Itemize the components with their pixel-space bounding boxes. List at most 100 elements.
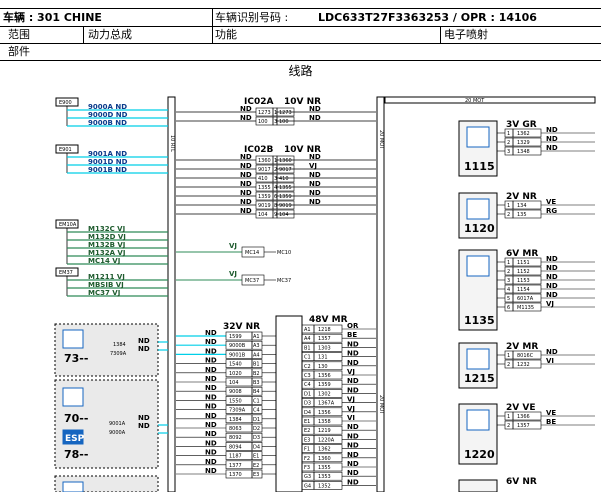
wire-color: ND <box>240 171 252 179</box>
component-number: 1215 <box>464 372 495 385</box>
wire-color: VI <box>546 357 554 365</box>
wire-color: VE <box>546 409 556 417</box>
conn48-code: 1303 <box>318 345 331 351</box>
component-code: 1151 <box>517 260 530 266</box>
wire-color: ND <box>309 105 321 113</box>
wire-color: ND <box>347 442 359 450</box>
panel-number: 70-- <box>64 412 88 425</box>
wire-color: ND <box>205 403 217 411</box>
wire-color: ND <box>546 264 558 272</box>
header-rule <box>0 43 601 44</box>
wire-color: ND <box>240 105 252 113</box>
wire-color: ND <box>546 273 558 281</box>
component-icon <box>466 198 490 220</box>
component-pin: 1 <box>507 260 510 266</box>
splice-code: 1355 <box>258 185 271 191</box>
splice-pin: 8 <box>274 203 277 209</box>
conn32-pin: A3 <box>253 343 260 349</box>
wire-color: ND <box>347 451 359 459</box>
wire-color: ND <box>347 350 359 358</box>
panel-number: 78-- <box>64 448 88 461</box>
wire-label: 9000A ND <box>88 103 127 111</box>
mc-tag: MC37 <box>277 278 291 284</box>
conn32-pin: B2 <box>253 371 260 377</box>
conn48-pin: C2 <box>304 364 311 370</box>
component-pin: 2 <box>507 423 510 429</box>
splice-code: 1360 <box>279 158 292 164</box>
wire-color: ND <box>546 126 558 134</box>
wire-color: ND <box>546 348 558 356</box>
conn32-code: 9008 <box>229 389 242 395</box>
conn48-code: 1218 <box>318 327 331 333</box>
conn32-code: 1540 <box>229 362 242 368</box>
bus-label: 10 RTL <box>169 135 175 152</box>
mc-label: MC37 <box>245 278 259 284</box>
conn32-code: 9001B <box>229 352 246 358</box>
splice-code: 410 <box>279 176 289 182</box>
wire-label: MC14 VJ <box>88 257 120 265</box>
header-divider <box>83 26 84 43</box>
component-pin: 5 <box>507 296 510 302</box>
component-code: 1362 <box>517 131 530 137</box>
splice-pin: 3 <box>274 119 277 125</box>
wire-label: M132D VJ <box>88 233 126 241</box>
component-code: 135 <box>517 212 527 218</box>
splice-code: 1360 <box>258 158 271 164</box>
wire-color: ND <box>347 359 359 367</box>
wire-color: ND <box>205 467 217 475</box>
header-divider <box>440 26 441 43</box>
conn48-code: 1362 <box>318 447 331 453</box>
conn48-pin: A1 <box>304 327 311 333</box>
wire-color: ND <box>240 180 252 188</box>
conn32-pin: B1 <box>253 362 260 368</box>
wire-color: ND <box>309 114 321 122</box>
conn48-code: 1219 <box>318 428 331 434</box>
component-pin: 1 <box>507 353 510 359</box>
wire-color: VJ <box>229 242 237 250</box>
wire-label: M132B VJ <box>88 241 125 249</box>
splice-code: 9017 <box>258 167 271 173</box>
wire-color: ND <box>205 393 217 401</box>
bus-bar-left <box>167 96 176 492</box>
splice-code: 9019 <box>279 203 292 209</box>
conn32-pin: A4 <box>253 352 260 358</box>
wire-color: VJ <box>347 368 355 376</box>
wire-color: ND <box>347 432 359 440</box>
wire-label: M132C VJ <box>88 225 125 233</box>
component-spec: 2V MR <box>506 342 538 352</box>
wire-color: ND <box>347 386 359 394</box>
conn48-pin: F3 <box>304 465 310 471</box>
conn32-code: 1599 <box>229 334 242 340</box>
splice-code: 104 <box>279 212 289 218</box>
wire-color: ND <box>309 153 321 161</box>
conn32-code: 104 <box>229 380 239 386</box>
component-code: 134 <box>517 203 527 209</box>
component-code: 6017A <box>517 296 534 302</box>
conn48-code: 1357 <box>318 336 331 342</box>
conn32-code: 1377 <box>229 463 242 469</box>
conn48-code: 1356 <box>318 410 331 416</box>
connector-label: EM37 <box>59 270 73 276</box>
conn32-code: 9000B <box>229 343 246 349</box>
component-code: 1153 <box>517 278 530 284</box>
wire-color: ND <box>240 207 252 215</box>
wire-color: ND <box>546 282 558 290</box>
conn32-code: 1384 <box>229 417 242 423</box>
conn32-pin: E2 <box>253 463 259 469</box>
conn48-pin: G4 <box>304 483 311 489</box>
panel-number: 73-- <box>64 352 88 365</box>
wire-color: BE <box>546 418 556 426</box>
component-icon <box>466 255 490 277</box>
conn32-code: 1187 <box>229 454 242 460</box>
wire-color: VJ <box>546 300 554 308</box>
wire-color: ND <box>205 329 217 337</box>
component-pin: 3 <box>507 278 510 284</box>
component-pin: 4 <box>507 287 510 293</box>
component-code: 1152 <box>517 269 530 275</box>
wire-label: 9001D ND <box>88 158 128 166</box>
wire-color: ND <box>205 366 217 374</box>
splice-code: 9017 <box>279 167 292 173</box>
conn32-code: 8092 <box>229 435 242 441</box>
component-pin: 2 <box>507 212 510 218</box>
conn48-pin: G3 <box>304 474 311 480</box>
